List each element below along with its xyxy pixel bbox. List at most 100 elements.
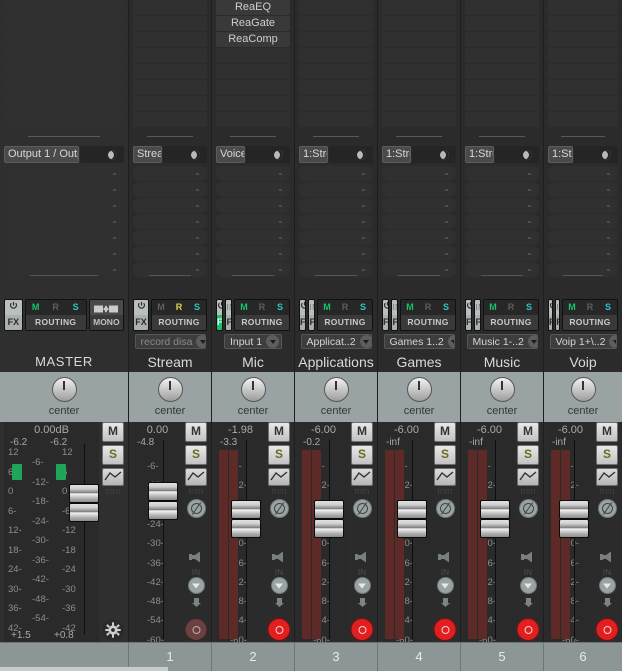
output-pan-music[interactable]	[495, 146, 539, 163]
fx-slot-empty[interactable]	[4, 32, 124, 47]
send-slot-empty[interactable]	[465, 230, 539, 245]
fx-button-mic[interactable]: FX	[216, 299, 224, 331]
trim-button-master[interactable]	[102, 468, 124, 486]
fader-handle-games[interactable]	[397, 500, 427, 519]
routing-button-stream[interactable]: M R S ROUTING	[151, 299, 207, 331]
fx-slot-empty[interactable]	[548, 112, 618, 127]
fx-slot-empty[interactable]	[382, 0, 456, 15]
mute-button-music[interactable]: M	[517, 422, 539, 442]
horizontal-scrollbar-thumb[interactable]	[0, 667, 168, 671]
pan-knob-voip[interactable]	[570, 377, 596, 402]
fx-slot-empty[interactable]	[133, 16, 207, 31]
send-slot-empty[interactable]	[382, 214, 456, 229]
send-slot-empty[interactable]	[216, 230, 290, 245]
send-slot-empty[interactable]	[4, 214, 124, 229]
fx-chain-list-stream[interactable]	[129, 0, 211, 140]
phase-invert-button-games[interactable]	[435, 499, 455, 518]
fx-slot-empty[interactable]	[299, 48, 373, 63]
mute-indicator[interactable]: M	[484, 300, 502, 315]
solo-indicator[interactable]: S	[354, 300, 372, 315]
mute-button-mic[interactable]: M	[268, 422, 290, 442]
send-slot-empty[interactable]	[299, 214, 373, 229]
fader-handle-secondary-mic[interactable]	[231, 519, 261, 538]
input-monitor-button-games[interactable]: IN	[436, 568, 454, 594]
fx-slot-empty[interactable]	[382, 64, 456, 79]
pan-knob-master[interactable]	[51, 377, 77, 402]
mute-indicator[interactable]: M	[318, 300, 336, 315]
fx-chain-list-games[interactable]	[378, 0, 460, 140]
send-slot-empty[interactable]	[548, 166, 618, 181]
mute-indicator[interactable]: M	[563, 300, 581, 315]
fx-slot-empty[interactable]	[4, 16, 124, 31]
pan-knob-applications[interactable]	[323, 377, 349, 402]
fx-slot-empty[interactable]	[548, 0, 618, 15]
fx-chain-list-music[interactable]	[461, 0, 543, 140]
send-slot-empty[interactable]	[548, 182, 618, 197]
send-slot-empty[interactable]	[216, 214, 290, 229]
input-select-music[interactable]: Music 1-..2	[466, 334, 538, 349]
fx-slot-empty[interactable]	[4, 0, 124, 15]
fader-handle-secondary-stream[interactable]	[148, 501, 178, 520]
pan-knob-music[interactable]	[489, 377, 515, 402]
fx-slot-empty[interactable]	[4, 64, 124, 79]
fx-button-voip[interactable]: FX	[548, 299, 554, 331]
record-indicator[interactable]: R	[46, 300, 66, 315]
chevron-down-icon[interactable]	[527, 335, 537, 348]
trim-button-stream[interactable]	[185, 468, 207, 486]
fx-slot-empty[interactable]	[299, 0, 373, 15]
input-select-mic[interactable]: Input 1	[223, 334, 283, 349]
fx-slot-empty[interactable]	[382, 96, 456, 111]
input-select-stream[interactable]: record disa	[134, 334, 206, 349]
fx-slot-empty[interactable]	[216, 64, 290, 79]
send-slot-empty[interactable]	[133, 198, 207, 213]
fx-slot-empty[interactable]	[465, 96, 539, 111]
mute-button-voip[interactable]: M	[596, 422, 618, 442]
send-slot-empty[interactable]	[216, 182, 290, 197]
output-button-applications[interactable]: 1:Stream	[299, 146, 328, 163]
fader-handle-applications[interactable]	[314, 500, 344, 519]
send-slot-empty[interactable]	[4, 246, 124, 261]
send-slot-empty[interactable]	[216, 198, 290, 213]
fx-slot-empty[interactable]	[133, 112, 207, 127]
fx-slot-empty[interactable]	[133, 48, 207, 63]
phase-invert-button-voip[interactable]	[597, 499, 617, 518]
in-dropdown-icon[interactable]	[598, 577, 616, 594]
fx-slot-empty[interactable]	[299, 64, 373, 79]
output-pan-mic[interactable]	[246, 146, 290, 163]
send-slot-empty[interactable]	[133, 214, 207, 229]
fx-slot-empty[interactable]	[133, 96, 207, 111]
track-name-mic[interactable]: Mic	[212, 352, 294, 372]
solo-button-music[interactable]: S	[517, 445, 539, 465]
pan-knob-stream[interactable]	[157, 377, 183, 402]
track-name-music[interactable]: Music	[461, 352, 543, 372]
meter-mic[interactable]: -1.98-3.3-6--12--18--24--30--36--42--48-…	[216, 422, 265, 643]
pan-knob-mic[interactable]	[240, 377, 266, 402]
chevron-down-icon[interactable]	[266, 335, 280, 348]
fx-slot-empty[interactable]	[465, 64, 539, 79]
fader-handle-voip[interactable]	[559, 500, 589, 519]
send-slot-empty[interactable]	[299, 246, 373, 261]
monitor-horn-button-stream[interactable]	[188, 550, 204, 567]
in-dropdown-icon[interactable]	[353, 577, 371, 594]
output-button-voip[interactable]: 1:Stream	[548, 146, 573, 163]
input-monitor-button-applications[interactable]: IN	[353, 568, 371, 594]
fx-slot-empty[interactable]	[133, 0, 207, 15]
send-slot-empty[interactable]	[4, 182, 124, 197]
solo-button-games[interactable]: S	[434, 445, 456, 465]
send-slot-empty[interactable]	[548, 246, 618, 261]
fx-slot-empty[interactable]	[216, 48, 290, 63]
solo-indicator[interactable]: S	[599, 300, 617, 315]
solo-indicator[interactable]: S	[66, 300, 86, 315]
fader-handle-stream[interactable]	[148, 482, 178, 501]
in-dropdown-icon[interactable]	[187, 577, 205, 594]
record-indicator[interactable]: R	[502, 300, 520, 315]
record-arm-button-stream[interactable]	[184, 618, 208, 641]
trim-button-mic[interactable]	[268, 468, 290, 486]
routing-button-games[interactable]: M R S ROUTING	[400, 299, 456, 331]
record-arm-button-mic[interactable]	[267, 618, 291, 641]
fx-chain-list-master[interactable]	[0, 0, 128, 140]
fx-slot-empty[interactable]	[4, 112, 124, 127]
output-pan-stream[interactable]	[163, 146, 207, 163]
mute-indicator[interactable]: M	[235, 300, 253, 315]
footer-number-games[interactable]: 4	[377, 643, 460, 671]
